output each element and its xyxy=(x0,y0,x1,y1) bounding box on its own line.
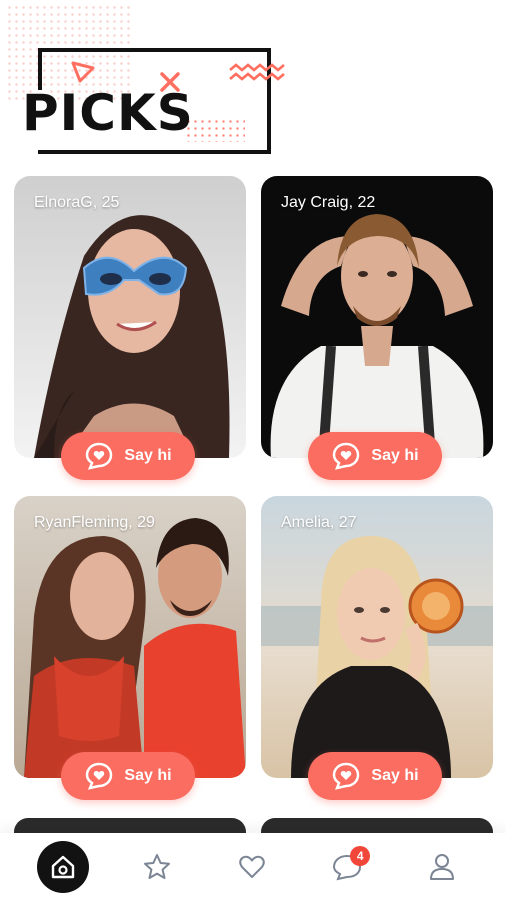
say-hi-button[interactable]: Say hi xyxy=(308,752,442,800)
profile-name: Jay Craig, 22 xyxy=(281,194,376,211)
nav-likes[interactable] xyxy=(225,840,279,894)
heart-bubble-icon xyxy=(333,442,360,470)
heart-bubble-icon xyxy=(86,442,113,470)
nav-home[interactable] xyxy=(36,840,89,893)
profile-card[interactable]: ElnoraG, 25 Say hi xyxy=(14,176,246,482)
page-header: PICKS xyxy=(0,0,506,170)
say-hi-button[interactable]: Say hi xyxy=(61,752,195,800)
profile-photo-card[interactable]: ElnoraG, 25 xyxy=(14,176,246,458)
profile-name: ElnoraG, 25 xyxy=(34,194,120,211)
profile-photo xyxy=(261,496,493,778)
triangle-decoration xyxy=(71,61,95,83)
profile-photo-card[interactable]: Amelia, 27 xyxy=(261,496,493,778)
say-hi-label: Say hi xyxy=(371,767,419,784)
star-icon xyxy=(143,853,170,879)
say-hi-label: Say hi xyxy=(124,447,172,464)
bottom-nav: 4 xyxy=(0,833,506,900)
profile-photo-card[interactable]: Jay Craig, 22 xyxy=(261,176,493,458)
profile-photo-card[interactable]: RyanFleming, 29 xyxy=(14,496,246,778)
decorative-dots xyxy=(185,118,245,142)
home-icon xyxy=(51,855,74,878)
nav-picks[interactable] xyxy=(130,840,184,894)
profile-card[interactable]: Jay Craig, 22 Say hi xyxy=(261,176,493,482)
nav-profile[interactable] xyxy=(415,840,469,894)
zigzag-decoration xyxy=(229,63,285,81)
profile-name: Amelia, 27 xyxy=(281,514,357,531)
say-hi-button[interactable]: Say hi xyxy=(61,432,195,480)
heart-icon xyxy=(239,855,265,878)
profile-card[interactable]: RyanFleming, 29 Say hi xyxy=(14,496,246,802)
profile-photo xyxy=(14,496,246,778)
profile-photo xyxy=(261,176,493,458)
profile-name: RyanFleming, 29 xyxy=(34,514,155,531)
profile-photo xyxy=(14,176,246,458)
profile-icon xyxy=(430,853,455,880)
unread-badge: 4 xyxy=(350,845,371,866)
say-hi-label: Say hi xyxy=(124,767,172,784)
say-hi-label: Say hi xyxy=(371,447,419,464)
nav-messages[interactable]: 4 xyxy=(320,840,374,894)
say-hi-button[interactable]: Say hi xyxy=(308,432,442,480)
heart-bubble-icon xyxy=(333,762,360,790)
page-title: PICKS xyxy=(22,84,194,142)
heart-bubble-icon xyxy=(86,762,113,790)
profile-card[interactable]: Amelia, 27 Say hi xyxy=(261,496,493,802)
